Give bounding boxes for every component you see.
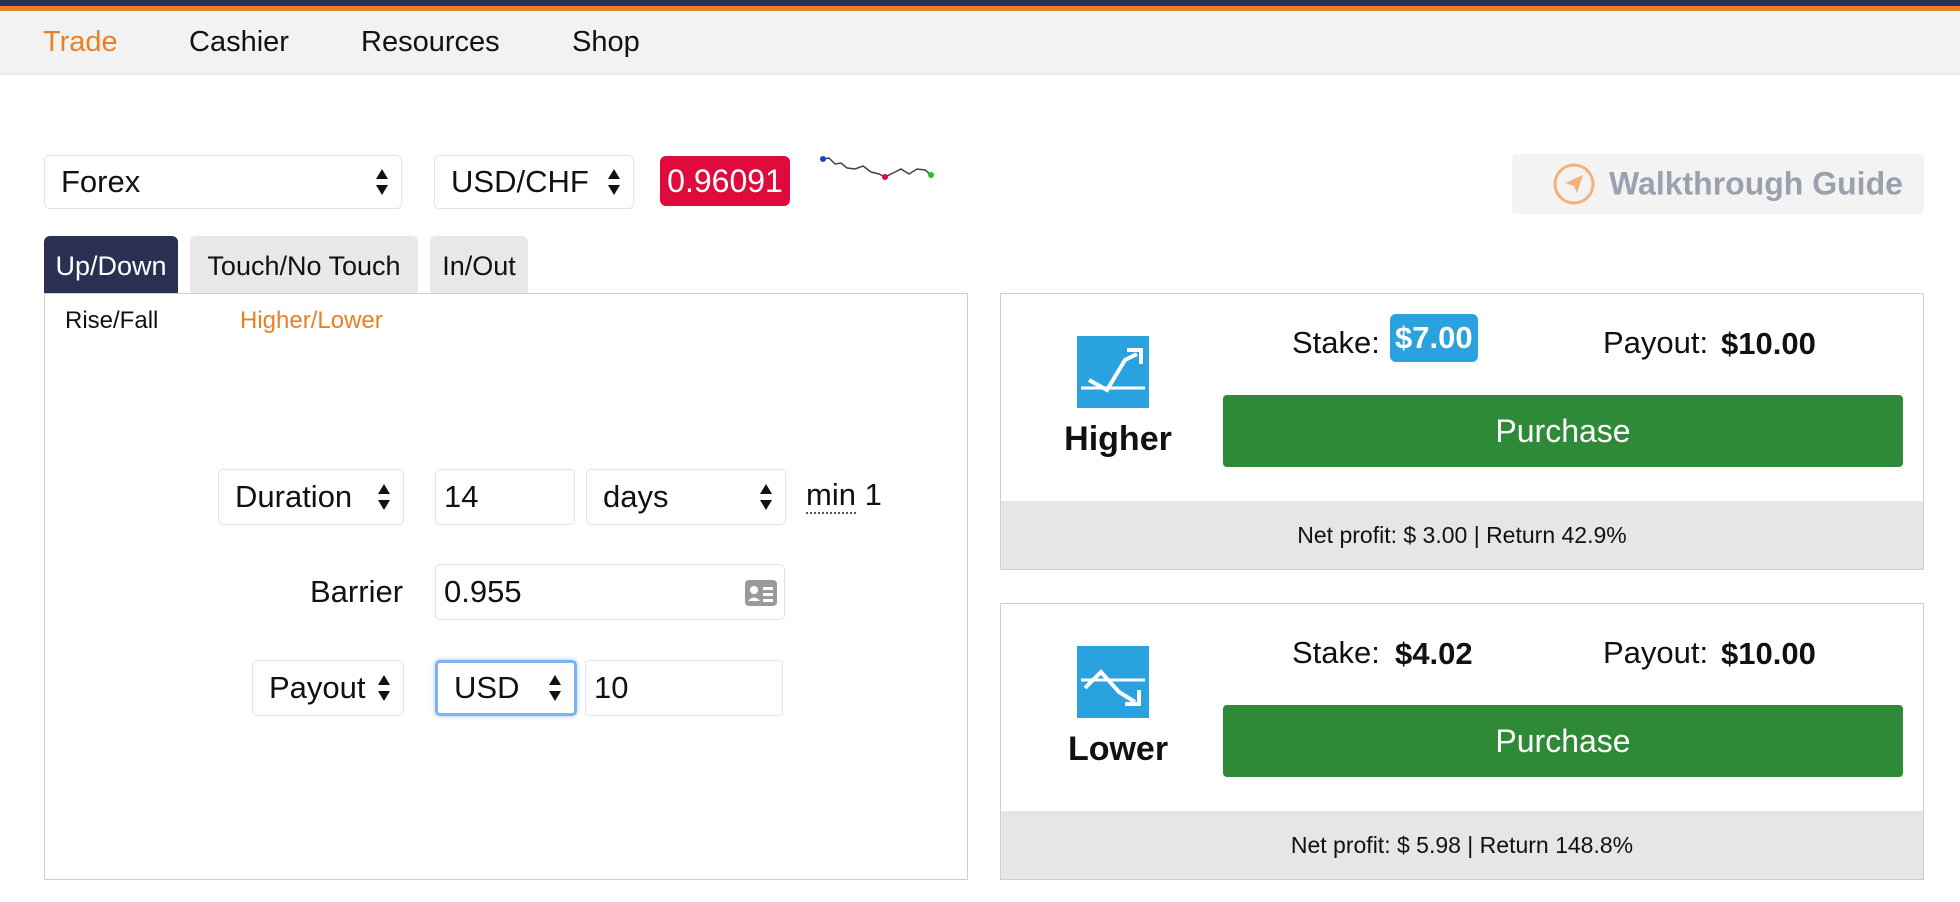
walkthrough-guide-label: Walkthrough Guide bbox=[1609, 165, 1903, 202]
sparkline-low-dot bbox=[882, 174, 888, 180]
lower-stake-label: Stake: bbox=[1292, 635, 1380, 670]
amount-value: 10 bbox=[594, 670, 629, 705]
trend-down-icon bbox=[1077, 646, 1149, 718]
select-arrows-icon bbox=[376, 169, 388, 195]
select-arrows-icon bbox=[549, 675, 561, 701]
purchase-lower-button[interactable]: Purchase bbox=[1223, 705, 1903, 777]
tab-touch-no-touch[interactable]: Touch/No Touch bbox=[190, 236, 418, 294]
higher-stake-label: Stake: bbox=[1292, 325, 1380, 360]
higher-net-profit: Net profit: $ 3.00 | Return 42.9% bbox=[1001, 501, 1923, 569]
minimum-duration-hint: min 1 bbox=[806, 477, 882, 514]
navigation-arrow-icon bbox=[1553, 163, 1595, 205]
higher-contract-name: Higher bbox=[1064, 420, 1172, 458]
walkthrough-guide-button[interactable]: Walkthrough Guide bbox=[1512, 154, 1924, 214]
currency-value: USD bbox=[454, 670, 520, 705]
select-arrows-icon bbox=[608, 169, 620, 195]
duration-unit-select[interactable]: days bbox=[586, 469, 786, 525]
lower-net-profit: Net profit: $ 5.98 | Return 148.8% bbox=[1001, 811, 1923, 879]
select-arrows-icon bbox=[378, 675, 390, 701]
subtab-higher-lower[interactable]: Higher/Lower bbox=[240, 307, 383, 335]
currency-select[interactable]: USD bbox=[435, 660, 577, 716]
barrier-label: Barrier bbox=[310, 574, 404, 609]
higher-payout-amount: $10.00 bbox=[1721, 326, 1816, 361]
lower-payout-amount: $10.00 bbox=[1721, 636, 1816, 671]
symbol-select-value: USD/CHF bbox=[451, 164, 589, 199]
min-value: 1 bbox=[864, 477, 882, 512]
higher-stake-amount: $7.00 bbox=[1390, 314, 1478, 362]
amount-input[interactable]: 10 bbox=[585, 660, 783, 716]
tab-up-down[interactable]: Up/Down bbox=[44, 236, 178, 294]
higher-payout-label: Payout: bbox=[1603, 325, 1709, 360]
duration-unit-value: days bbox=[603, 479, 669, 514]
nav-trade[interactable]: Trade bbox=[43, 26, 118, 59]
duration-amount-input[interactable]: 14 bbox=[435, 469, 575, 525]
subtab-rise-fall[interactable]: Rise/Fall bbox=[65, 307, 158, 335]
sparkline-chart bbox=[820, 156, 934, 180]
amount-type-value: Payout bbox=[269, 670, 366, 705]
duration-amount-value: 14 bbox=[444, 479, 479, 514]
id-card-icon[interactable] bbox=[744, 579, 778, 607]
sparkline-end-dot bbox=[928, 172, 934, 178]
market-select-value: Forex bbox=[61, 164, 141, 199]
brand-stripe-dark bbox=[0, 0, 1960, 6]
spot-price: 0.96091 bbox=[660, 156, 790, 206]
duration-type-value: Duration bbox=[235, 479, 353, 514]
tab-in-out[interactable]: In/Out bbox=[430, 236, 528, 294]
symbol-select[interactable]: USD/CHF bbox=[434, 155, 634, 209]
min-label: min bbox=[806, 477, 856, 514]
nav-resources[interactable]: Resources bbox=[361, 26, 500, 59]
barrier-input[interactable]: 0.955 bbox=[435, 564, 785, 620]
nav-shop[interactable]: Shop bbox=[572, 26, 640, 59]
market-select[interactable]: Forex bbox=[44, 155, 402, 209]
lower-stake-amount: $4.02 bbox=[1395, 636, 1473, 671]
trend-up-icon bbox=[1077, 336, 1149, 408]
select-arrows-icon bbox=[378, 484, 390, 510]
top-navigation bbox=[0, 0, 1960, 75]
sparkline-start-dot bbox=[820, 156, 826, 162]
duration-type-select[interactable]: Duration bbox=[218, 469, 404, 525]
barrier-value: 0.955 bbox=[444, 574, 522, 609]
select-arrows-icon bbox=[760, 484, 772, 510]
amount-type-select[interactable]: Payout bbox=[252, 660, 404, 716]
purchase-higher-button[interactable]: Purchase bbox=[1223, 395, 1903, 467]
lower-contract-name: Lower bbox=[1067, 730, 1169, 768]
lower-payout-label: Payout: bbox=[1603, 635, 1709, 670]
nav-cashier[interactable]: Cashier bbox=[189, 26, 289, 59]
